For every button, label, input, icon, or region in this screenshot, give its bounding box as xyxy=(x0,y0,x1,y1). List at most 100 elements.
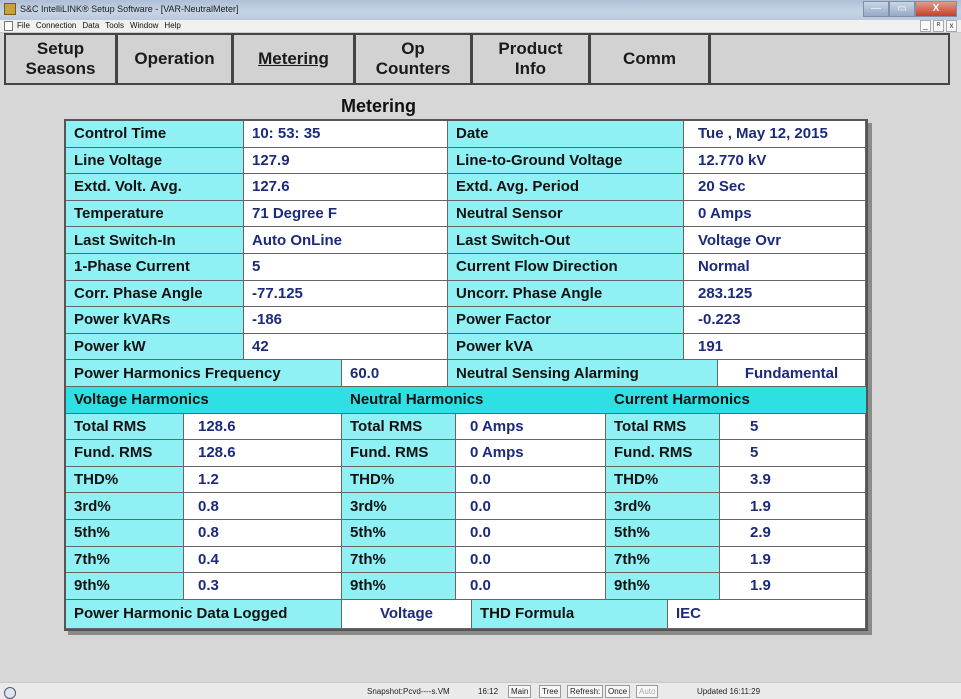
tab-metering[interactable]: Metering xyxy=(232,33,354,85)
window-controls: — ▭ X xyxy=(863,1,957,17)
neutral-harmonic-value: 0.0 xyxy=(456,573,606,600)
maximize-button[interactable]: ▭ xyxy=(889,1,915,17)
auto-button[interactable]: Auto xyxy=(636,685,659,698)
metering-value: 127.9 xyxy=(244,147,448,175)
metering-label: Power kVA xyxy=(448,333,684,361)
neutral-harmonic-label: 9th% xyxy=(342,573,456,600)
refresh-button[interactable]: Refresh: xyxy=(567,685,604,698)
current-harmonic-value: 5 xyxy=(720,413,866,441)
menu-window[interactable]: Window xyxy=(130,21,158,30)
status-time: 16:12 xyxy=(478,687,499,696)
menu-file[interactable]: File xyxy=(17,21,30,30)
menu-connection[interactable]: Connection xyxy=(36,21,76,30)
voltage-harmonic-value: 0.3 xyxy=(184,573,342,600)
current-harmonic-value: 1.9 xyxy=(720,573,866,600)
current-harmonic-label: 7th% xyxy=(606,546,720,574)
voltage-harmonic-value: 0.8 xyxy=(184,493,342,520)
mdi-close-button[interactable]: x xyxy=(946,20,957,32)
current-harmonics-header: Current Harmonics xyxy=(606,387,866,414)
metering-value: Tue , May 12, 2015 xyxy=(684,121,866,148)
tab-bar: Setup Seasons Operation Metering Op Counte… xyxy=(4,33,950,85)
globe-icon xyxy=(4,687,16,699)
metering-label: Power kVARs xyxy=(66,307,244,334)
metering-value: 12.770 kV xyxy=(684,147,866,175)
current-harmonic-value: 3.9 xyxy=(720,466,866,494)
metering-value: Auto OnLine xyxy=(244,227,448,254)
neutral-alarm-value: Fundamental xyxy=(718,360,866,387)
updated-time: Updated 16:11:29 xyxy=(697,687,761,696)
tab-product-info[interactable]: Product Info xyxy=(471,33,589,85)
mdi-restore-button[interactable]: ᴿ xyxy=(933,20,944,32)
metering-label: Uncorr. Phase Angle xyxy=(448,280,684,308)
tab-label: Operation xyxy=(134,49,215,68)
menu-help[interactable]: Help xyxy=(164,21,180,30)
title-bar: S&C IntelliLINK® Setup Software - [VAR-N… xyxy=(0,0,961,20)
metering-label: Current Flow Direction xyxy=(448,254,684,281)
metering-value: 5 xyxy=(244,254,448,281)
neutral-harmonic-label: Total RMS xyxy=(342,413,456,441)
voltage-harmonic-label: Total RMS xyxy=(66,413,184,441)
tab-op-counters[interactable]: Op Counters xyxy=(354,33,471,85)
metering-label: Neutral Sensor xyxy=(448,200,684,228)
harmonic-logged-value: Voltage xyxy=(342,599,472,629)
status-bar: Snapshot:Pcvd----s.VM 16:12 Main Tree Re… xyxy=(0,682,961,699)
menu-data[interactable]: Data xyxy=(82,21,99,30)
mdi-minimize-button[interactable]: _ xyxy=(920,20,931,32)
tab-comm[interactable]: Comm xyxy=(589,33,709,85)
document-icon xyxy=(4,21,13,31)
voltage-harmonic-label: 7th% xyxy=(66,546,184,574)
metering-value: 191 xyxy=(684,333,866,361)
thd-formula-value: IEC xyxy=(668,599,866,629)
metering-value: 0 Amps xyxy=(684,200,866,228)
neutral-harmonic-value: 0.0 xyxy=(456,546,606,574)
tab-label: Op xyxy=(401,39,425,58)
window-title: S&C IntelliLINK® Setup Software - [VAR-N… xyxy=(20,4,239,14)
app-icon xyxy=(4,3,16,15)
voltage-harmonic-value: 0.4 xyxy=(184,546,342,574)
current-harmonic-label: 3rd% xyxy=(606,493,720,520)
tab-label: Seasons xyxy=(25,59,96,78)
neutral-harmonic-label: 3rd% xyxy=(342,493,456,520)
metering-label: Control Time xyxy=(66,121,244,148)
metering-label: Extd. Volt. Avg. xyxy=(66,174,244,201)
metering-value: -186 xyxy=(244,307,448,334)
tab-operation[interactable]: Operation xyxy=(116,33,232,85)
close-button[interactable]: X xyxy=(915,1,957,17)
tab-setup-seasons[interactable]: Setup Seasons xyxy=(4,33,116,85)
neutral-harmonic-label: THD% xyxy=(342,466,456,494)
current-harmonic-label: Total RMS xyxy=(606,413,720,441)
voltage-harmonics-header: Voltage Harmonics xyxy=(66,387,342,414)
voltage-harmonic-value: 1.2 xyxy=(184,466,342,494)
tree-button[interactable]: Tree xyxy=(539,685,562,698)
metering-value: 71 Degree F xyxy=(244,200,448,228)
metering-grid: Control Time 10: 53: 35 Date Tue , May 12, … xyxy=(64,119,868,631)
once-button[interactable]: Once xyxy=(605,685,631,698)
metering-value: 10: 53: 35 xyxy=(244,121,448,148)
neutral-harmonic-label: 7th% xyxy=(342,546,456,574)
metering-value: -77.125 xyxy=(244,280,448,308)
metering-value: Voltage Ovr xyxy=(684,227,866,254)
metering-label: Last Switch-In xyxy=(66,227,244,254)
main-button[interactable]: Main xyxy=(508,685,532,698)
voltage-harmonic-value: 0.8 xyxy=(184,520,342,547)
metering-label: Date xyxy=(448,121,684,148)
neutral-harmonics-header: Neutral Harmonics xyxy=(342,387,606,414)
tab-blank[interactable] xyxy=(709,33,950,85)
metering-label: 1-Phase Current xyxy=(66,254,244,281)
metering-value: Normal xyxy=(684,254,866,281)
voltage-harmonic-value: 128.6 xyxy=(184,440,342,467)
metering-value: 20 Sec xyxy=(684,174,866,201)
current-harmonic-label: 9th% xyxy=(606,573,720,600)
neutral-harmonic-value: 0.0 xyxy=(456,493,606,520)
neutral-harmonic-value: 0 Amps xyxy=(456,413,606,441)
neutral-harmonic-label: 5th% xyxy=(342,520,456,547)
menu-tools[interactable]: Tools xyxy=(105,21,124,30)
tab-label: Product xyxy=(498,39,563,58)
metering-label: Corr. Phase Angle xyxy=(66,280,244,308)
tab-label: Counters xyxy=(375,59,451,78)
minimize-button[interactable]: — xyxy=(863,1,889,17)
metering-label: Line-to-Ground Voltage xyxy=(448,147,684,175)
metering-label: Last Switch-Out xyxy=(448,227,684,254)
thd-formula-label: THD Formula xyxy=(472,599,668,629)
current-harmonic-value: 5 xyxy=(720,440,866,467)
